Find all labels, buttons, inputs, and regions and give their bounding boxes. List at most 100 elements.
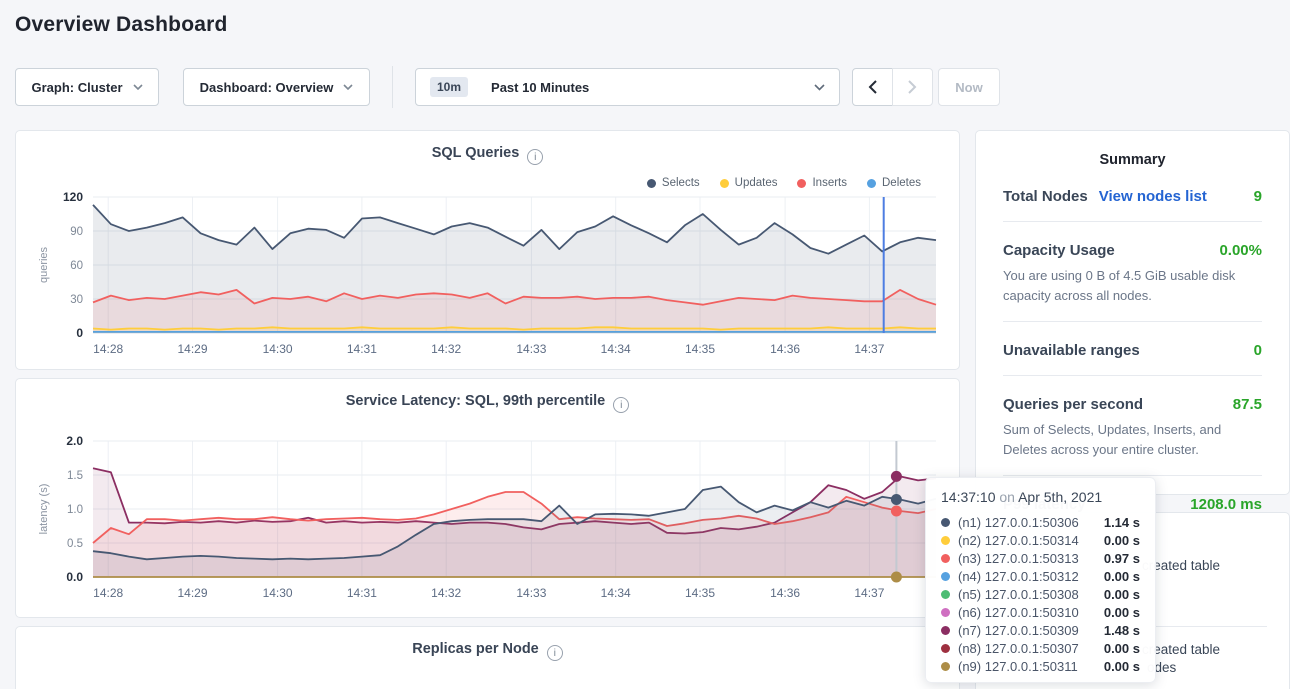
- tooltip-node-label: (n3) 127.0.0.1:50313: [958, 551, 1079, 566]
- tooltip-node-row: (n3) 127.0.0.1:50313 0.97 s: [941, 549, 1140, 567]
- svg-text:0.5: 0.5: [67, 538, 83, 550]
- info-icon[interactable]: i: [547, 645, 563, 661]
- tooltip-node-list: (n1) 127.0.0.1:503061.14 s(n2) 127.0.0.1…: [941, 513, 1140, 675]
- svg-text:1.0: 1.0: [67, 504, 83, 516]
- tooltip-node-value: 0.00 s: [1104, 587, 1140, 602]
- svg-text:30: 30: [70, 294, 83, 306]
- tooltip-node-value: 0.97 s: [1104, 551, 1140, 566]
- node-dot-icon: [941, 536, 950, 545]
- unavailable-ranges-value: 0: [1254, 342, 1262, 359]
- svg-text:14:28: 14:28: [93, 586, 123, 600]
- summary-panel: Summary Total Nodes View nodes list 9 Ca…: [975, 130, 1290, 495]
- qps-value: 87.5: [1233, 396, 1262, 413]
- toolbar-divider: [392, 66, 393, 108]
- tooltip-node-row: (n2) 127.0.0.1:50314 0.00 s: [941, 531, 1140, 549]
- time-range-dropdown[interactable]: 10m Past 10 Minutes: [415, 68, 840, 106]
- overview-dashboard-page: Overview Dashboard Graph: Cluster Dashbo…: [0, 0, 1290, 689]
- node-dot-icon: [941, 644, 950, 653]
- legend-dot-icon: [867, 179, 876, 188]
- tooltip-node-row: (n8) 127.0.0.1:50307 0.00 s: [941, 639, 1140, 657]
- svg-text:2.0: 2.0: [66, 434, 83, 448]
- svg-text:14:32: 14:32: [431, 586, 461, 600]
- chevron-left-icon: [868, 80, 877, 94]
- tooltip-node-label: (n1) 127.0.0.1:50306: [958, 515, 1079, 530]
- chart-hover-tooltip: 14:37:10 on Apr 5th, 2021 (n1) 127.0.0.1…: [925, 477, 1156, 683]
- tooltip-timestamp: 14:37:10 on Apr 5th, 2021: [941, 489, 1140, 505]
- sql-queries-chart[interactable]: 030609012014:2814:2914:3014:3114:3214:33…: [31, 189, 946, 361]
- svg-text:120: 120: [63, 190, 83, 204]
- sql-queries-title-text: SQL Queries: [432, 145, 520, 161]
- svg-text:14:29: 14:29: [177, 586, 207, 600]
- sql-legend: Selects Updates Inserts Deletes: [647, 177, 921, 189]
- sql-queries-panel: SQL Queries i Selects Updates Inserts Delete…: [15, 130, 960, 370]
- svg-text:14:33: 14:33: [516, 342, 546, 356]
- qps-desc: Sum of Selects, Updates, Inserts, and De…: [1003, 420, 1262, 459]
- unavailable-ranges-label: Unavailable ranges: [1003, 342, 1140, 359]
- chevron-down-icon: [343, 84, 353, 90]
- svg-text:14:36: 14:36: [770, 342, 800, 356]
- total-nodes-value: 9: [1254, 188, 1262, 205]
- tooltip-node-value: 1.14 s: [1104, 515, 1140, 530]
- info-icon[interactable]: i: [613, 397, 629, 413]
- capacity-usage-desc: You are using 0 B of 4.5 GiB usable disk…: [1003, 266, 1262, 305]
- node-dot-icon: [941, 662, 950, 671]
- total-nodes-label: Total Nodes: [1003, 188, 1088, 205]
- latency-panel-title: Service Latency: SQL, 99th percentile i: [16, 379, 959, 413]
- node-dot-icon: [941, 554, 950, 563]
- svg-text:14:35: 14:35: [685, 342, 715, 356]
- svg-text:14:33: 14:33: [516, 586, 546, 600]
- legend-dot-icon: [797, 179, 806, 188]
- latency-chart[interactable]: 0.00.51.01.52.014:2814:2914:3014:3114:32…: [31, 433, 946, 605]
- capacity-usage-value: 0.00%: [1219, 242, 1262, 259]
- qps-label: Queries per second: [1003, 396, 1143, 413]
- page-title: Overview Dashboard: [15, 13, 228, 37]
- svg-text:latency (s): latency (s): [38, 484, 50, 535]
- tooltip-node-value: 1.48 s: [1104, 623, 1140, 638]
- dashboard-dropdown-label: Dashboard: Overview: [200, 80, 334, 95]
- info-icon[interactable]: i: [527, 149, 543, 165]
- svg-text:14:37: 14:37: [854, 586, 884, 600]
- svg-text:queries: queries: [38, 246, 50, 283]
- legend-item-deletes[interactable]: Deletes: [867, 177, 921, 189]
- chevron-down-icon: [133, 84, 143, 90]
- replicas-panel-title: Replicas per Node i: [16, 627, 959, 661]
- tooltip-node-label: (n5) 127.0.0.1:50308: [958, 587, 1079, 602]
- svg-text:14:30: 14:30: [263, 342, 293, 356]
- now-button[interactable]: Now: [938, 68, 1000, 106]
- svg-text:14:30: 14:30: [263, 586, 293, 600]
- summary-body: Total Nodes View nodes list 9 Capacity U…: [976, 168, 1289, 529]
- legend-item-selects[interactable]: Selects: [647, 177, 700, 189]
- tooltip-node-label: (n6) 127.0.0.1:50310: [958, 605, 1079, 620]
- time-range-badge: 10m: [430, 77, 468, 97]
- svg-text:14:37: 14:37: [854, 342, 884, 356]
- time-prev-button[interactable]: [852, 68, 893, 106]
- tooltip-node-row: (n9) 127.0.0.1:503110.00 s: [941, 657, 1140, 675]
- summary-title: Summary: [976, 131, 1289, 168]
- graph-dropdown[interactable]: Graph: Cluster: [15, 68, 159, 106]
- svg-text:14:29: 14:29: [177, 342, 207, 356]
- tooltip-node-label: (n2) 127.0.0.1:50314: [958, 533, 1079, 548]
- time-range-label: Past 10 Minutes: [491, 80, 589, 95]
- node-dot-icon: [941, 590, 950, 599]
- legend-dot-icon: [720, 179, 729, 188]
- latency-title-text: Service Latency: SQL, 99th percentile: [346, 393, 606, 409]
- tooltip-node-label: (n8) 127.0.0.1:50307: [958, 641, 1079, 656]
- replicas-title-text: Replicas per Node: [412, 641, 539, 657]
- view-nodes-list-link[interactable]: View nodes list: [1099, 188, 1207, 205]
- summary-row-capacity: Capacity Usage 0.00% You are using 0 B o…: [1003, 222, 1262, 322]
- svg-text:14:32: 14:32: [431, 342, 461, 356]
- time-next-button[interactable]: [892, 68, 933, 106]
- tooltip-node-value: 0.00 s: [1104, 641, 1140, 656]
- tooltip-node-row: (n7) 127.0.0.1:503091.48 s: [941, 621, 1140, 639]
- tooltip-node-label: (n4) 127.0.0.1:50312: [958, 569, 1079, 584]
- chevron-right-icon: [908, 80, 917, 94]
- legend-item-inserts[interactable]: Inserts: [797, 177, 847, 189]
- svg-text:1.5: 1.5: [67, 470, 83, 482]
- legend-item-updates[interactable]: Updates: [720, 177, 778, 189]
- tooltip-node-value: 0.00 s: [1104, 605, 1140, 620]
- dashboard-dropdown[interactable]: Dashboard: Overview: [183, 68, 370, 106]
- svg-text:14:31: 14:31: [347, 586, 377, 600]
- tooltip-node-value: 0.00 s: [1104, 569, 1140, 584]
- tooltip-node-value: 0.00 s: [1104, 533, 1140, 548]
- svg-text:14:34: 14:34: [601, 586, 631, 600]
